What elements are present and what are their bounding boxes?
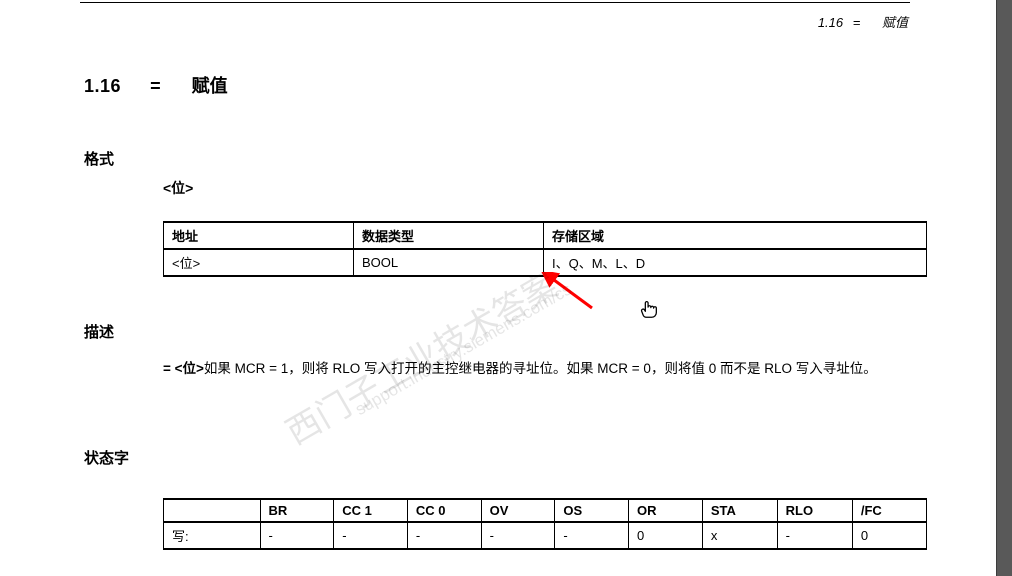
viewer-gutter <box>996 0 1012 576</box>
table-row: 写: - - - - - 0 x - 0 <box>164 522 927 549</box>
watermark-text-url: support.industry.siemens.com/cs <box>352 280 575 420</box>
desc-text-main: 如果 MCR = 1，则将 RLO 写入打开的主控继电器的寻址位。如果 MCR … <box>204 361 877 376</box>
th-storage: 存储区域 <box>544 222 927 249</box>
td-ov: - <box>481 522 555 549</box>
format-sub-bit: <位> <box>163 178 193 198</box>
header-section: 1.16 <box>818 15 843 30</box>
table-row: BR CC 1 CC 0 OV OS OR STA RLO /FC <box>164 499 927 522</box>
format-heading: 格式 <box>84 148 114 169</box>
td-storage: I、Q、M、L、D <box>544 249 927 276</box>
th-or: OR <box>629 499 703 522</box>
th-br: BR <box>260 499 334 522</box>
th-sta: STA <box>702 499 777 522</box>
th-cc1: CC 1 <box>334 499 408 522</box>
description-heading: 描述 <box>84 321 114 342</box>
red-arrow-annotation <box>540 272 600 312</box>
td-cc0: - <box>407 522 481 549</box>
table-row: <位> BOOL I、Q、M、L、D <box>164 249 927 276</box>
header-eq: = <box>853 15 861 30</box>
td-fc: 0 <box>852 522 926 549</box>
td-sta: x <box>702 522 777 549</box>
header-rule <box>80 2 910 3</box>
th-empty <box>164 499 261 522</box>
watermark-text-cn: 西门子工业技术答案 <box>276 259 566 454</box>
status-table: BR CC 1 CC 0 OV OS OR STA RLO /FC 写: - -… <box>163 498 927 550</box>
running-header: 1.16 = 赋值 <box>818 12 908 31</box>
description-body: = <位>如果 MCR = 1，则将 RLO 写入打开的主控继电器的寻址位。如果… <box>163 358 927 381</box>
td-br: - <box>260 522 334 549</box>
hand-cursor-icon <box>638 298 660 320</box>
td-cc1: - <box>334 522 408 549</box>
status-heading: 状态字 <box>84 447 129 468</box>
th-address: 地址 <box>164 222 354 249</box>
section-number: 1.16 <box>84 76 121 96</box>
td-os: - <box>555 522 629 549</box>
section-text: 赋值 <box>192 76 228 96</box>
th-cc0: CC 0 <box>407 499 481 522</box>
td-datatype: BOOL <box>354 249 544 276</box>
section-title: 1.16 = 赋值 <box>84 72 228 98</box>
td-address: <位> <box>164 249 354 276</box>
header-title: 赋值 <box>882 15 908 30</box>
td-rlo: - <box>777 522 852 549</box>
th-ov: OV <box>481 499 555 522</box>
td-or: 0 <box>629 522 703 549</box>
th-os: OS <box>555 499 629 522</box>
td-write: 写: <box>164 522 261 549</box>
document-page: 1.16 = 赋值 1.16 = 赋值 格式 <位> 地址 数据类型 存储区域 … <box>0 0 996 576</box>
table-row: 地址 数据类型 存储区域 <box>164 222 927 249</box>
section-eq: = <box>150 76 161 97</box>
th-rlo: RLO <box>777 499 852 522</box>
th-datatype: 数据类型 <box>354 222 544 249</box>
desc-prefix-bold: = <位> <box>163 361 204 376</box>
th-fc: /FC <box>852 499 926 522</box>
format-table: 地址 数据类型 存储区域 <位> BOOL I、Q、M、L、D <box>163 221 927 277</box>
